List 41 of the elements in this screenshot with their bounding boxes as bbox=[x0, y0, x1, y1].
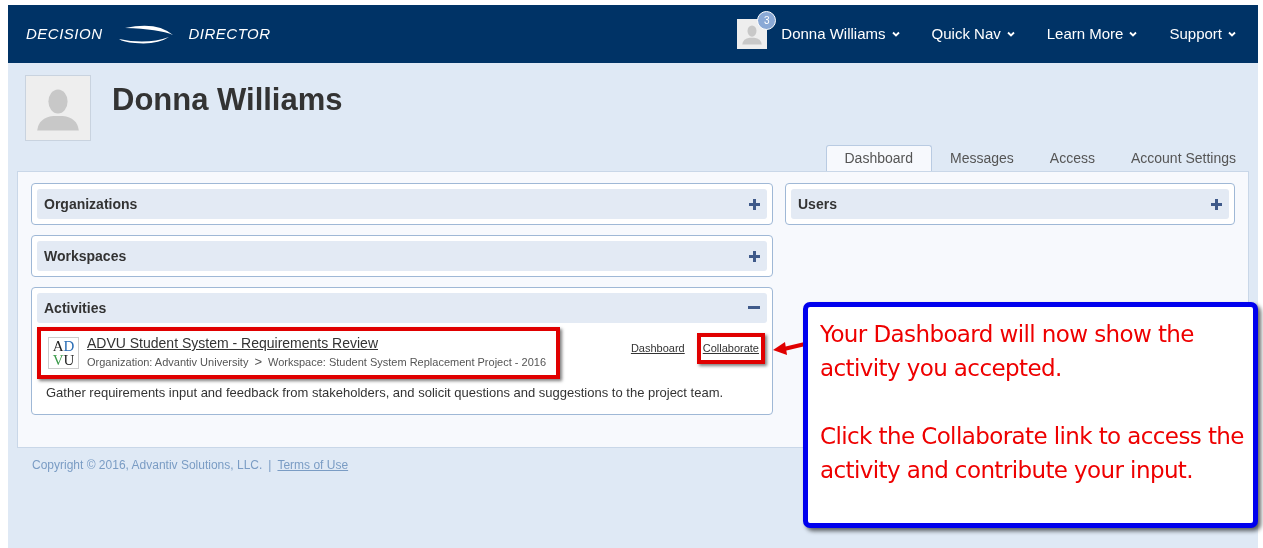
tab[interactable]: Messages bbox=[932, 145, 1032, 171]
panel-header[interactable]: Organizations bbox=[37, 189, 767, 219]
brand-text: DECISION bbox=[26, 23, 103, 44]
tab[interactable]: Dashboard bbox=[825, 145, 932, 171]
notification-badge: 3 bbox=[757, 11, 777, 30]
panel-header[interactable]: Workspaces bbox=[37, 241, 767, 271]
panel-title: Users bbox=[798, 194, 837, 214]
panel-title: Workspaces bbox=[44, 246, 127, 266]
copyright-text: Copyright © 2016, Advantiv Solutions, LLC. bbox=[32, 457, 263, 474]
activity-link[interactable]: Dashboard bbox=[624, 333, 691, 364]
activity-logo: AD VU bbox=[48, 336, 79, 369]
tab[interactable]: Access bbox=[1031, 145, 1113, 171]
workspace-text: Workspace: Student System Replacement Project - 2016 bbox=[268, 354, 546, 370]
nav-menu-button[interactable]: Quick Nav bbox=[931, 22, 1015, 46]
nav-menu-button[interactable]: Support bbox=[1169, 22, 1236, 46]
activity-title-link[interactable]: ADVU Student System - Requirements Review bbox=[87, 334, 546, 352]
expand-icon[interactable] bbox=[749, 198, 760, 210]
caret-icon bbox=[1228, 31, 1236, 37]
expand-icon[interactable] bbox=[1211, 198, 1222, 210]
footer-divider: | bbox=[268, 457, 272, 474]
nav-menu-button[interactable]: Learn More bbox=[1046, 22, 1138, 46]
collapse-icon[interactable] bbox=[748, 306, 760, 310]
tab[interactable]: Account Settings bbox=[1112, 145, 1254, 171]
panel-title: Organizations bbox=[44, 194, 138, 214]
caret-icon bbox=[1006, 31, 1015, 37]
expand-icon[interactable] bbox=[749, 250, 760, 262]
activity-description: Gather requirements input and feedback from stakeholders, and solicit questions and suggestions to the project team. bbox=[45, 383, 725, 401]
callout-text: Your Dashboard will now show the activity you accepted. bbox=[820, 320, 1195, 383]
callout-text: Click the Collaborate link to access the activity and contribute your input. bbox=[820, 422, 1245, 485]
breadcrumb-separator: > bbox=[254, 353, 262, 371]
caret-icon bbox=[891, 31, 900, 37]
brand-text: DIRECTOR bbox=[188, 23, 271, 44]
avatar-icon bbox=[26, 76, 90, 140]
profile-name: Donna Williams bbox=[112, 81, 343, 119]
nav-menu-button[interactable]: Donna Williams bbox=[781, 22, 900, 46]
panel-title: Activities bbox=[44, 298, 107, 318]
caret-icon bbox=[1129, 31, 1138, 37]
activity-link[interactable]: Collaborate bbox=[696, 333, 765, 364]
panel-header[interactable]: Users bbox=[791, 189, 1229, 219]
organization-text: Organization: Advantiv University bbox=[87, 354, 249, 370]
panel-header[interactable]: Activities bbox=[37, 293, 767, 323]
